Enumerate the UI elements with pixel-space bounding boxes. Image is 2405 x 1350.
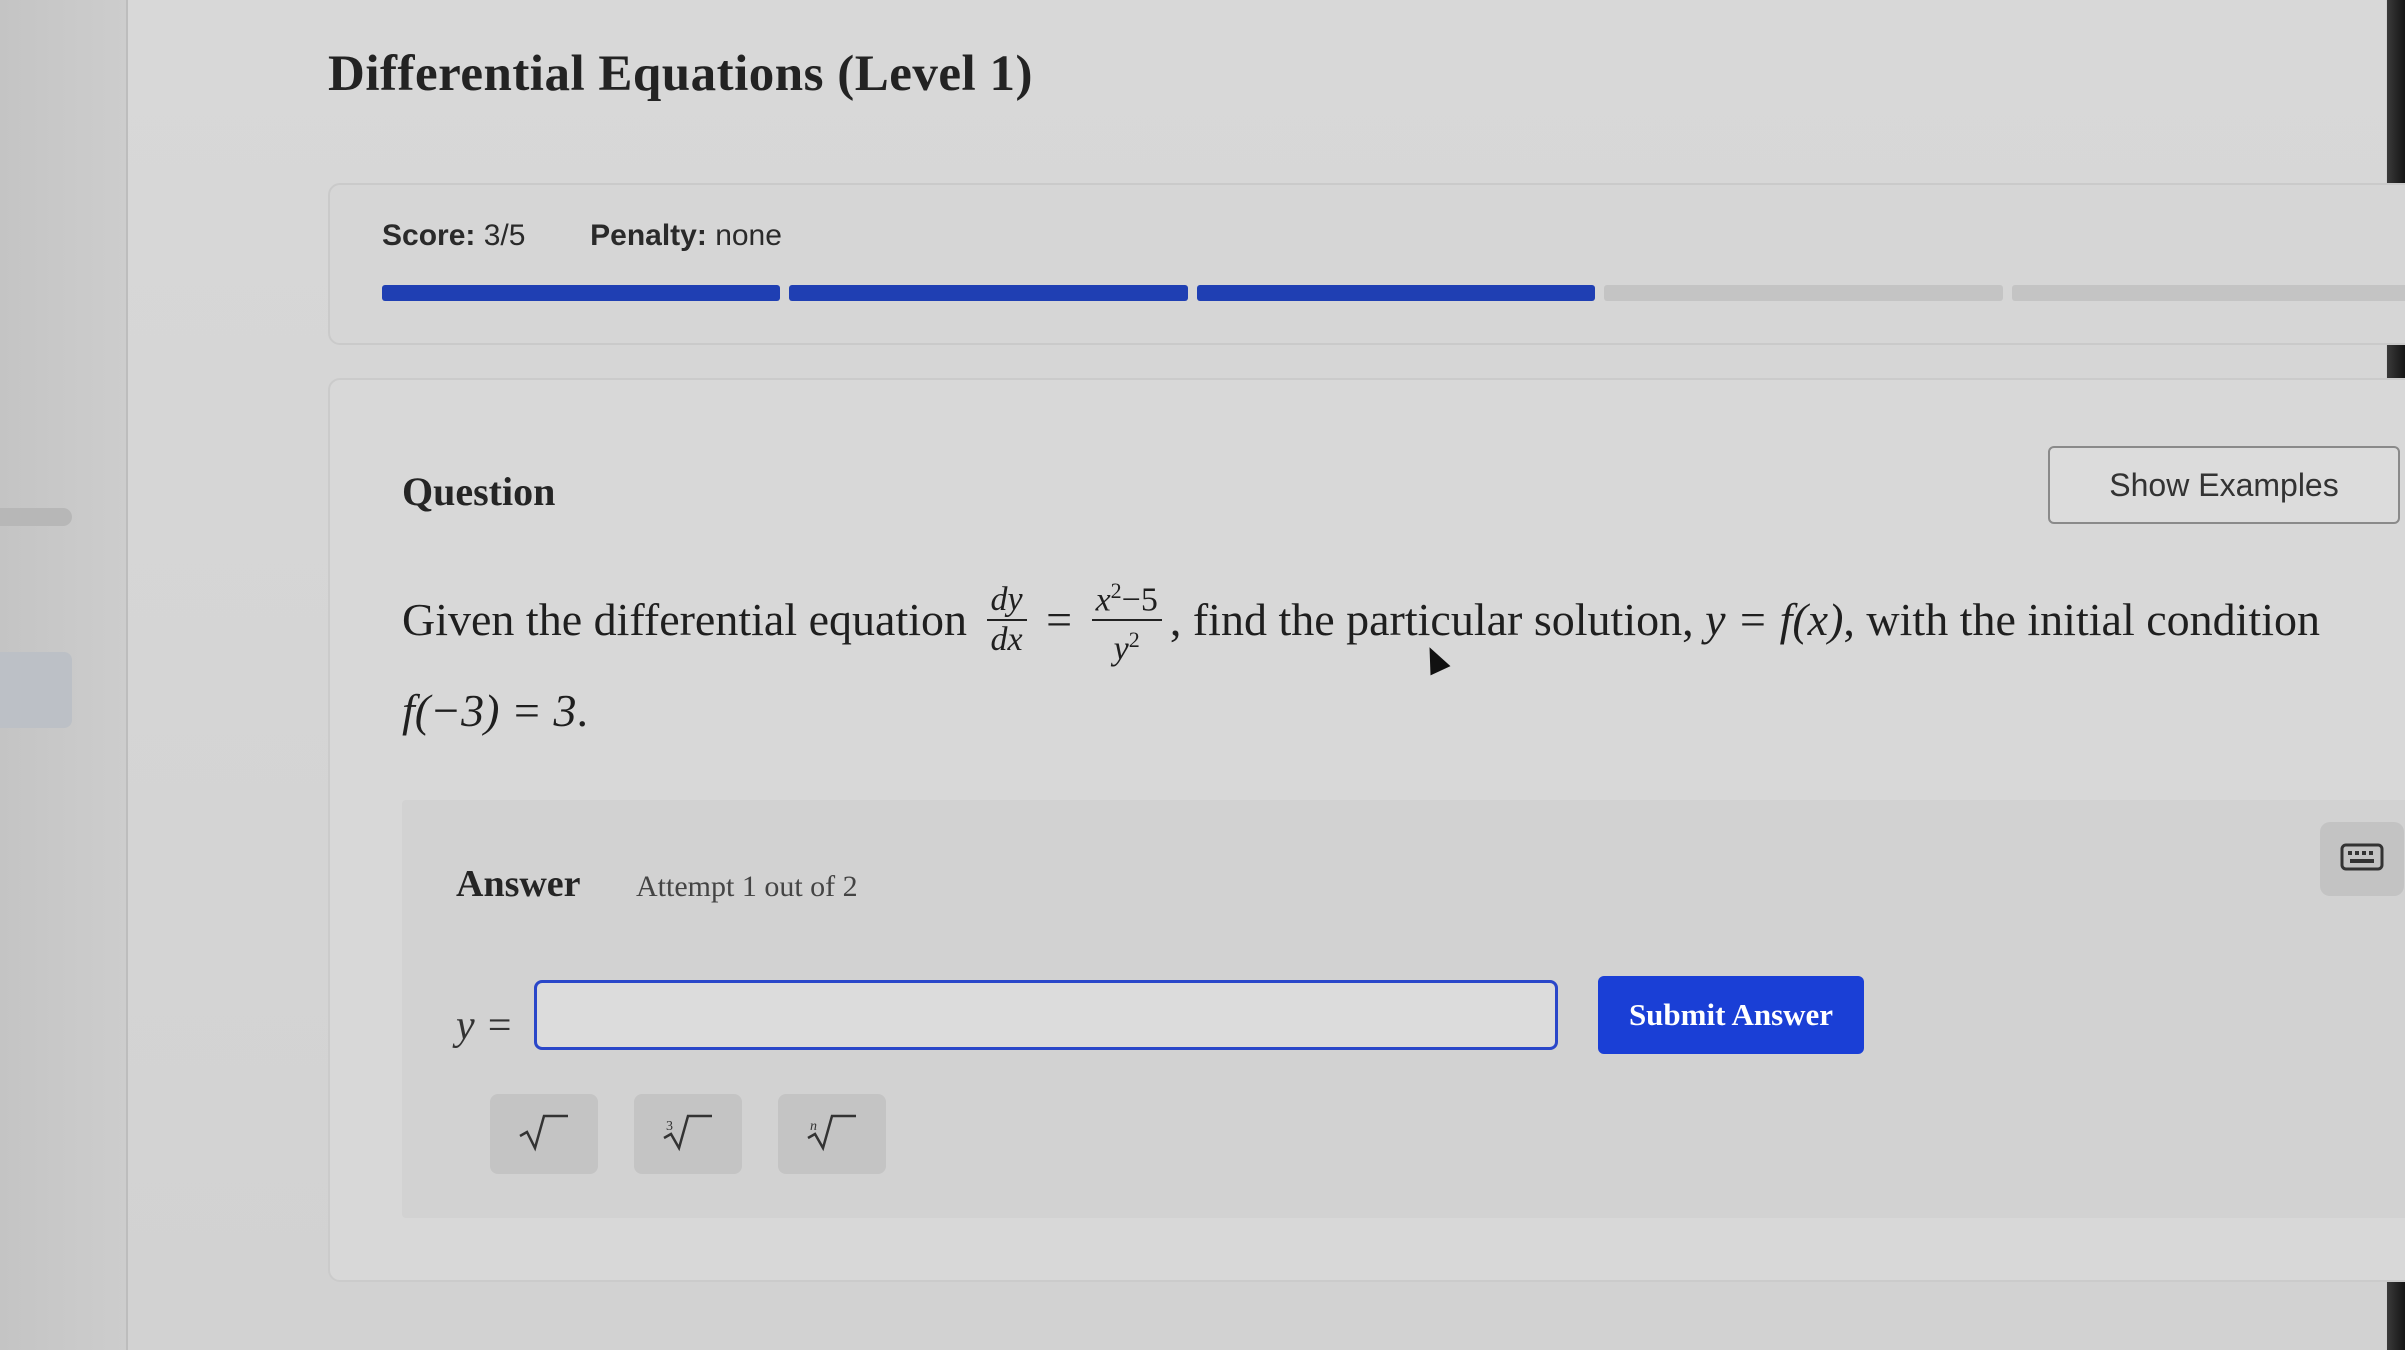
math-toolbar: 3 n [490, 1094, 886, 1174]
question-card: Question Show Examples Given the differe… [328, 378, 2405, 1282]
attempt-counter: Attempt 1 out of 2 [636, 870, 858, 903]
dydx-numerator: dy [986, 581, 1027, 622]
question-condition-text: , with the initial condition [1843, 593, 2320, 645]
solution-form: y = f(x) [1705, 593, 1844, 645]
nth-root-button[interactable]: n [778, 1094, 886, 1174]
submit-answer-button[interactable]: Submit Answer [1598, 976, 1864, 1054]
page-title: Differential Equations (Level 1) [328, 46, 1033, 102]
answer-title: Answer [456, 863, 581, 905]
cube-root-button[interactable]: 3 [634, 1094, 742, 1174]
square-root-icon [516, 1110, 572, 1159]
cube-root-index: 3 [666, 1119, 673, 1134]
progress-segment-5 [2011, 285, 2405, 301]
score-value: 3/5 [483, 219, 526, 252]
dydx-fraction: dy dx [986, 581, 1027, 659]
rhs-numerator: x2−5 [1091, 572, 1162, 622]
penalty-label: Penalty: [590, 219, 707, 252]
left-sidebar [0, 0, 128, 1350]
show-examples-button[interactable]: Show Examples [2048, 446, 2400, 524]
question-intro: Given the differential equation [402, 593, 968, 645]
rhs-denominator: y2 [1113, 627, 1140, 668]
square-root-button[interactable] [490, 1094, 598, 1174]
page-container: Differential Equations (Level 1) Score: … [128, 0, 2405, 1350]
initial-condition: f(−3) = 3 [402, 684, 577, 736]
score-label: Score: [382, 219, 476, 252]
progress-segment-3 [1196, 285, 1596, 301]
progress-segment-4 [1604, 285, 2003, 301]
score-line: Score: 3/5 Penalty: none [382, 219, 782, 253]
answer-panel: Answer Attempt 1 out of 2 y = Submit Ans… [402, 800, 2405, 1218]
score-card: Score: 3/5 Penalty: none [328, 183, 2405, 345]
answer-input[interactable] [534, 980, 1558, 1050]
keyboard-icon [2340, 842, 2384, 877]
question-middle: , find the particular solution, [1169, 593, 1694, 645]
progress-segment-1 [382, 285, 781, 301]
keyboard-button[interactable] [2320, 822, 2404, 896]
nth-root-icon: n [804, 1110, 860, 1159]
dydx-denominator: dx [990, 621, 1023, 659]
question-end: . [576, 684, 589, 736]
sidebar-handle[interactable] [0, 508, 72, 526]
nth-root-index: n [810, 1119, 817, 1134]
progress-segment-2 [789, 285, 1188, 301]
question-heading: Question [402, 469, 556, 514]
sidebar-tab[interactable] [0, 652, 72, 728]
cube-root-icon: 3 [660, 1110, 716, 1159]
rhs-fraction: x2−5 y2 [1091, 572, 1162, 669]
input-prefix: y = [456, 1003, 514, 1049]
question-text: Given the differential equation dy dx = … [402, 576, 2405, 749]
score-progress [382, 285, 2405, 301]
penalty-value: none [715, 219, 782, 252]
equals-sign: = [1046, 593, 1073, 645]
